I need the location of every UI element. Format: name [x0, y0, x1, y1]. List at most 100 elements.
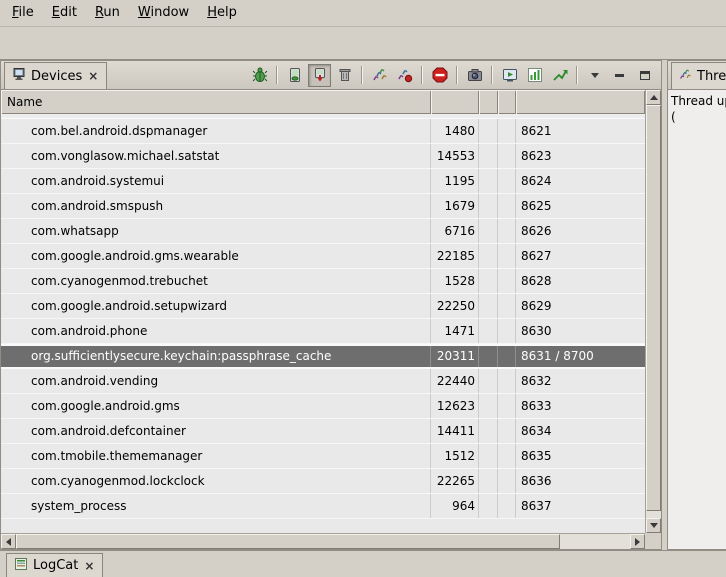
- thread-indicator-cell: [498, 369, 516, 393]
- process-port: 8630: [516, 319, 645, 343]
- table-row[interactable]: com.google.android.gms.wearable 22185 86…: [1, 244, 645, 269]
- table-row[interactable]: com.google.android.gms 12623 8633: [1, 394, 645, 419]
- process-pid: 14411: [431, 419, 479, 443]
- dump-hprof-icon[interactable]: [308, 64, 331, 87]
- process-pid: 20311: [431, 346, 479, 367]
- process-pid: 22185: [431, 244, 479, 268]
- vertical-scrollbar[interactable]: [645, 90, 661, 533]
- process-pid: 14553: [431, 144, 479, 168]
- process-pid: 1679: [431, 194, 479, 218]
- process-name: com.google.android.gms: [1, 394, 431, 418]
- table-row[interactable]: com.android.phone 1471 8630: [1, 319, 645, 344]
- screen-record-icon[interactable]: [498, 64, 521, 87]
- scroll-up-button[interactable]: [646, 90, 661, 105]
- tracer-icon[interactable]: [548, 64, 571, 87]
- vertical-scroll-thumb[interactable]: [646, 105, 661, 511]
- column-header-pid[interactable]: [431, 90, 479, 114]
- heap-indicator-cell: [479, 469, 498, 493]
- thread-indicator-cell: [498, 294, 516, 318]
- process-port: 8621: [516, 119, 645, 143]
- table-row[interactable]: com.android.smspush 1679 8625: [1, 194, 645, 219]
- heap-indicator-cell: [479, 346, 498, 367]
- table-row[interactable]: com.android.systemui 1195 8624: [1, 169, 645, 194]
- main-toolbar: [0, 26, 726, 60]
- threads-message-line2: (: [671, 109, 723, 125]
- column-header-heap[interactable]: [479, 90, 498, 114]
- process-name: com.cyanogenmod.trebuchet: [1, 269, 431, 293]
- thread-indicator-cell: [498, 494, 516, 518]
- table-header: Name: [1, 90, 645, 114]
- heap-indicator-cell: [479, 194, 498, 218]
- thread-indicator-cell: [498, 346, 516, 367]
- cause-gc-icon[interactable]: [333, 64, 356, 87]
- table-row[interactable]: com.vonglasow.michael.satstat 14553 8623: [1, 144, 645, 169]
- process-pid: 1512: [431, 444, 479, 468]
- process-pid: 1528: [431, 269, 479, 293]
- table-row[interactable]: com.android.defcontainer 14411 8634: [1, 419, 645, 444]
- table-row[interactable]: org.sufficientlysecure.keychain:passphra…: [1, 344, 645, 369]
- horizontal-scroll-thumb[interactable]: [16, 534, 560, 549]
- heap-indicator-cell: [479, 294, 498, 318]
- menu-window[interactable]: Window: [129, 0, 198, 26]
- process-port: 8637: [516, 494, 645, 518]
- minimize-icon[interactable]: [608, 64, 631, 87]
- threads-icon: [679, 68, 692, 85]
- process-port: 8635: [516, 444, 645, 468]
- table-row[interactable]: com.cyanogenmod.trebuchet 1528 8628: [1, 269, 645, 294]
- process-pid: 1480: [431, 119, 479, 143]
- horizontal-scrollbar[interactable]: [1, 533, 645, 549]
- devices-icon: [12, 67, 26, 85]
- table-row[interactable]: com.cyanogenmod.lockclock 22265 8636: [1, 469, 645, 494]
- scroll-down-button[interactable]: [646, 518, 661, 533]
- thread-indicator-cell: [498, 269, 516, 293]
- menu-help[interactable]: Help: [198, 0, 246, 26]
- tab-logcat-close-icon[interactable]: ×: [83, 560, 95, 572]
- process-pid: 22265: [431, 469, 479, 493]
- screen-capture-icon[interactable]: [463, 64, 486, 87]
- process-pid: 12623: [431, 394, 479, 418]
- table-row[interactable]: system_process 964 8637: [1, 494, 645, 519]
- start-method-profiling-icon[interactable]: [393, 64, 416, 87]
- tab-devices-close-icon[interactable]: ×: [87, 70, 99, 82]
- process-pid: 6716: [431, 219, 479, 243]
- table-row[interactable]: com.tmobile.thememanager 1512 8635: [1, 444, 645, 469]
- process-port: 8628: [516, 269, 645, 293]
- process-port: 8625: [516, 194, 645, 218]
- thread-indicator-cell: [498, 219, 516, 243]
- menu-file[interactable]: File: [3, 0, 43, 26]
- column-header-port[interactable]: [516, 90, 645, 114]
- tab-logcat[interactable]: LogCat ×: [6, 553, 103, 577]
- process-pid: 22440: [431, 369, 479, 393]
- heap-indicator-cell: [479, 369, 498, 393]
- threads-tabbar: Threads: [668, 61, 726, 90]
- threads-content: Thread up (: [668, 90, 726, 549]
- menu-edit[interactable]: Edit: [43, 0, 86, 26]
- tab-logcat-label: LogCat: [33, 558, 78, 573]
- debug-process-icon[interactable]: [248, 64, 271, 87]
- heap-indicator-cell: [479, 169, 498, 193]
- menu-run[interactable]: Run: [86, 0, 129, 26]
- scroll-right-button[interactable]: [630, 534, 645, 549]
- tab-devices[interactable]: Devices ×: [4, 62, 107, 89]
- process-pid: 22250: [431, 294, 479, 318]
- column-header-thread[interactable]: [498, 90, 516, 114]
- system-info-icon[interactable]: [523, 64, 546, 87]
- maximize-icon[interactable]: [633, 64, 656, 87]
- scroll-left-button[interactable]: [1, 534, 16, 549]
- table-row[interactable]: com.android.vending 22440 8632: [1, 369, 645, 394]
- update-threads-icon[interactable]: [368, 64, 391, 87]
- table-row[interactable]: com.bel.android.dspmanager 1480 8621: [1, 119, 645, 144]
- update-heap-icon[interactable]: [283, 64, 306, 87]
- toolbar-separator: [576, 66, 578, 84]
- stop-process-icon[interactable]: [428, 64, 451, 87]
- process-port: 8631 / 8700: [516, 346, 645, 367]
- thread-indicator-cell: [498, 444, 516, 468]
- heap-indicator-cell: [479, 444, 498, 468]
- table-row[interactable]: com.whatsapp 6716 8626: [1, 219, 645, 244]
- view-menu-icon[interactable]: [583, 64, 606, 87]
- tab-threads[interactable]: Threads: [671, 62, 726, 89]
- process-table-body: com.bel.android.dspmanager 1480 8621 com…: [1, 114, 645, 533]
- column-header-name[interactable]: Name: [1, 90, 431, 114]
- tab-threads-label: Threads: [697, 69, 726, 84]
- table-row[interactable]: com.google.android.setupwizard 22250 862…: [1, 294, 645, 319]
